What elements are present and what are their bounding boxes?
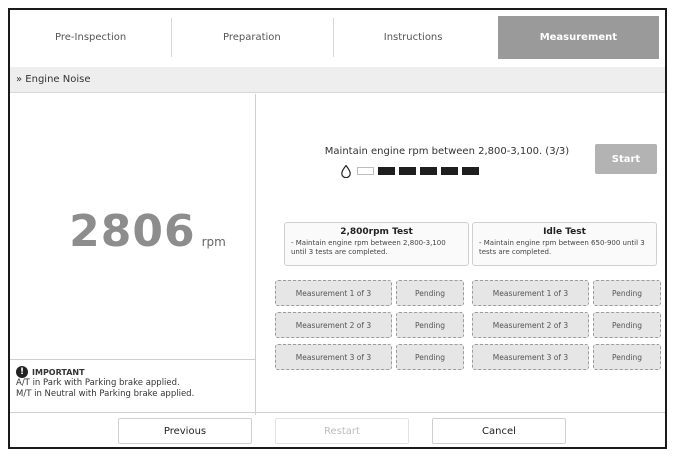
progress-segment: [420, 167, 437, 175]
section-title: » Engine Noise: [16, 74, 91, 85]
test-card-2800rpm: 2,800rpm Test - Maintain engine rpm betw…: [284, 222, 469, 266]
notice-heading: IMPORTANT: [32, 367, 85, 377]
status-badge: Pending: [396, 312, 464, 338]
progress-indicator: [339, 164, 479, 178]
footer-bar: Previous Restart Cancel: [10, 412, 665, 447]
measurement-button[interactable]: Measurement 1 of 3: [472, 280, 589, 306]
test-card-idle: Idle Test - Maintain engine rpm between …: [472, 222, 657, 266]
restart-button[interactable]: Restart: [275, 418, 409, 444]
measurement-button[interactable]: Measurement 2 of 3: [275, 312, 392, 338]
tab-label: Pre-Inspection: [55, 32, 127, 43]
progress-segment: [378, 167, 395, 175]
cancel-button[interactable]: Cancel: [432, 418, 566, 444]
measurement-row: Measurement 1 of 3 Pending: [472, 280, 661, 306]
status-badge: Pending: [396, 280, 464, 306]
tab-label: Measurement: [539, 32, 618, 43]
measurement-button[interactable]: Measurement 1 of 3: [275, 280, 392, 306]
test-title: Idle Test: [543, 227, 586, 237]
measurement-row: Measurement 2 of 3 Pending: [275, 312, 464, 338]
progress-segment: [441, 167, 458, 175]
measurement-row: Measurement 1 of 3 Pending: [275, 280, 464, 306]
test-description: - Maintain engine rpm between 2,800-3,10…: [291, 239, 446, 256]
tab-label: Instructions: [383, 32, 443, 43]
notice-line-1: A/T in Park with Parking brake applied.: [16, 378, 180, 388]
status-badge: Pending: [593, 280, 661, 306]
rpm-unit: rpm: [201, 235, 226, 249]
status-badge: Pending: [593, 312, 661, 338]
info-icon: !: [16, 366, 28, 378]
measurement-button[interactable]: Measurement 3 of 3: [472, 344, 589, 370]
notice-heading-row: ! IMPORTANT: [16, 366, 249, 378]
tab-label: Preparation: [222, 32, 281, 43]
rpm-display: 2806 rpm: [10, 206, 255, 257]
tab-preparation[interactable]: Preparation: [171, 10, 332, 65]
start-button[interactable]: Start: [595, 144, 657, 174]
test-title: 2,800rpm Test: [340, 227, 413, 237]
measurement-row: Measurement 2 of 3 Pending: [472, 312, 661, 338]
measurement-panel: Maintain engine rpm between 2,800-3,100.…: [257, 94, 665, 415]
app-window: Pre-Inspection Preparation Instructions …: [8, 8, 667, 449]
status-badge: Pending: [593, 344, 661, 370]
measurement-button[interactable]: Measurement 3 of 3: [275, 344, 392, 370]
measurement-row: Measurement 3 of 3 Pending: [275, 344, 464, 370]
progress-segment: [357, 167, 374, 175]
test-description: - Maintain engine rpm between 650-900 un…: [479, 239, 645, 256]
tab-instructions[interactable]: Instructions: [332, 10, 494, 65]
important-notice: ! IMPORTANT A/T in Park with Parking bra…: [10, 359, 255, 415]
stepper-tabs: Pre-Inspection Preparation Instructions …: [10, 10, 665, 65]
measurement-row: Measurement 3 of 3 Pending: [472, 344, 661, 370]
section-header: » Engine Noise: [10, 67, 665, 93]
drop-icon: [339, 164, 353, 178]
status-badge: Pending: [396, 344, 464, 370]
tab-measurement[interactable]: Measurement: [497, 16, 659, 59]
previous-button[interactable]: Previous: [118, 418, 252, 444]
progress-segment: [462, 167, 479, 175]
rpm-value: 2806: [69, 206, 196, 257]
measurement-button[interactable]: Measurement 2 of 3: [472, 312, 589, 338]
notice-line-2: M/T in Neutral with Parking brake applie…: [16, 389, 195, 399]
progress-segment: [399, 167, 416, 175]
tab-pre-inspection[interactable]: Pre-Inspection: [10, 10, 171, 65]
rpm-panel: 2806 rpm ! IMPORTANT A/T in Park with Pa…: [10, 94, 256, 415]
instruction-text: Maintain engine rpm between 2,800-3,100.…: [324, 146, 570, 157]
